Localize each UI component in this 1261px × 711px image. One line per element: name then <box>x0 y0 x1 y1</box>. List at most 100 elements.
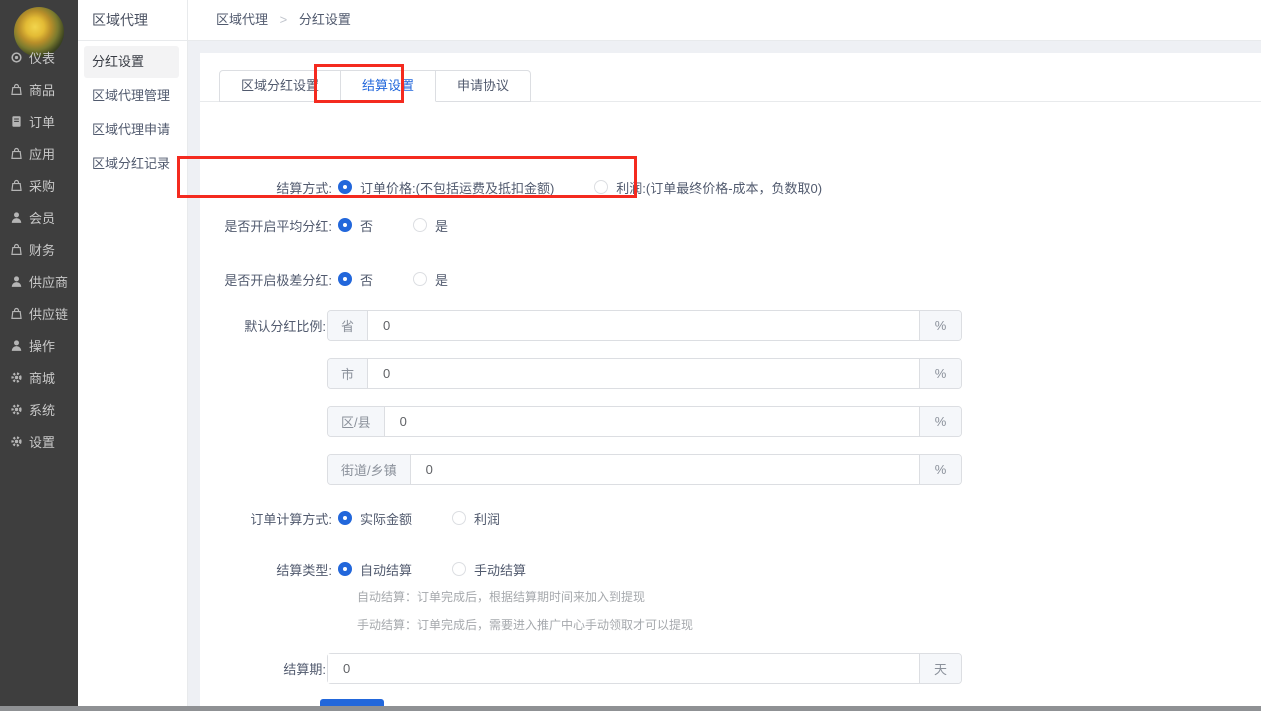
settlement-form: 结算方式: 订单价格:(不包括运费及抵扣金额) 利润:(订单最终价格-成本，负数… <box>200 101 1261 706</box>
radio-average-no[interactable] <box>338 218 352 232</box>
sidebar-item-dashboard[interactable]: 仪表 <box>0 41 78 73</box>
person-icon <box>10 211 23 224</box>
sidebar-item-label: 商品 <box>29 80 55 99</box>
submenu-item-agent-application[interactable]: 区域代理申请 <box>84 114 179 146</box>
radio-label: 否 <box>360 216 373 235</box>
tab-settlement-settings[interactable]: 结算设置 <box>341 70 436 102</box>
content-card: 区域分红设置 结算设置 申请协议 结算方式: 订单价格:(不包括运费及抵扣金额) <box>200 53 1261 706</box>
sidebar-item-mall[interactable]: 商城 <box>0 361 78 393</box>
input-append: % <box>919 359 961 388</box>
row-ratio-city: 市 % <box>200 358 962 389</box>
input-prepend: 市 <box>328 359 368 388</box>
radio-order-price[interactable] <box>338 180 352 194</box>
sidebar-item-settings[interactable]: 设置 <box>0 425 78 457</box>
radio-label: 自动结算 <box>360 560 412 579</box>
gauge-icon <box>10 51 23 64</box>
sidebar-item-label: 订单 <box>29 112 55 131</box>
bag-icon <box>10 243 23 256</box>
ratio-city-input[interactable] <box>368 359 919 388</box>
field-label: 结算方式: <box>200 178 332 197</box>
breadcrumb-item-current: 分红设置 <box>299 12 351 27</box>
admin-page: 仪表 商品 订单 应用 采购 会员 <box>0 0 1261 711</box>
field-label: 结算期: <box>200 659 326 678</box>
submenu-item-agent-management[interactable]: 区域代理管理 <box>84 80 179 112</box>
radio-label: 手动结算 <box>474 560 526 579</box>
content-background: 区域分红设置 结算设置 申请协议 结算方式: 订单价格:(不包括运费及抵扣金额) <box>188 41 1261 706</box>
breadcrumb: 区域代理 > 分红设置 <box>188 0 1261 40</box>
field-label: 默认分红比例: <box>200 316 326 335</box>
sidebar-item-label: 供应商 <box>29 272 68 291</box>
field-label: 是否开启平均分红: <box>200 216 332 235</box>
tab-region-dividend-settings[interactable]: 区域分红设置 <box>219 70 341 102</box>
radio-actual-amount[interactable] <box>338 511 352 525</box>
person-icon <box>10 275 23 288</box>
sidebar-item-system[interactable]: 系统 <box>0 393 78 425</box>
radio-calc-profit[interactable] <box>452 511 466 525</box>
radio-label: 利润 <box>474 509 500 528</box>
sidebar-item-label: 财务 <box>29 240 55 259</box>
settle-period-input[interactable] <box>328 654 919 683</box>
radio-auto-settle[interactable] <box>338 562 352 576</box>
breadcrumb-item-parent[interactable]: 区域代理 <box>216 12 268 27</box>
sidebar-item-label: 采购 <box>29 176 55 195</box>
submenu-item-dividend-settings[interactable]: 分红设置 <box>84 46 179 78</box>
ratio-district-input[interactable] <box>385 407 919 436</box>
input-prepend: 区/县 <box>328 407 385 436</box>
sidebar-item-label: 商城 <box>29 368 55 387</box>
radio-label: 利润:(订单最终价格-成本，负数取0) <box>616 178 822 197</box>
tab-application-agreement[interactable]: 申请协议 <box>436 70 531 102</box>
sidebar-item-supply-chain[interactable]: 供应链 <box>0 297 78 329</box>
gear-icon <box>10 435 23 448</box>
gear-icon <box>10 371 23 384</box>
sidebar-item-orders[interactable]: 订单 <box>0 105 78 137</box>
row-ratio-province: 默认分红比例: 省 % <box>200 310 962 341</box>
sidebar-item-members[interactable]: 会员 <box>0 201 78 233</box>
helper-manual-settle: 手动结算：订单完成后，需要进入推广中心手动领取才可以提现 <box>357 617 693 633</box>
sidebar-item-supplier[interactable]: 供应商 <box>0 265 78 297</box>
row-settlement-method: 结算方式: 订单价格:(不包括运费及抵扣金额) 利润:(订单最终价格-成本，负数… <box>200 173 822 201</box>
field-label: 结算类型: <box>200 560 332 579</box>
sidebar-item-label: 供应链 <box>29 304 68 323</box>
field-label: 订单计算方式: <box>200 509 332 528</box>
sidebar-item-label: 设置 <box>29 432 55 451</box>
sidebar-item-label: 系统 <box>29 400 55 419</box>
input-prepend: 省 <box>328 311 368 340</box>
submenu-title: 区域代理 <box>78 0 187 41</box>
radio-label: 实际金额 <box>360 509 412 528</box>
radio-manual-settle[interactable] <box>452 562 466 576</box>
radio-profit[interactable] <box>594 180 608 194</box>
sidebar-item-label: 会员 <box>29 208 55 227</box>
radio-label: 否 <box>360 270 373 289</box>
sidebar-item-purchase[interactable]: 采购 <box>0 169 78 201</box>
input-append: % <box>919 455 961 484</box>
breadcrumb-separator: > <box>280 12 288 27</box>
sidebar-item-apps[interactable]: 应用 <box>0 137 78 169</box>
person-icon <box>10 339 23 352</box>
radio-average-yes[interactable] <box>413 218 427 232</box>
tabs-bar: 区域分红设置 结算设置 申请协议 <box>219 70 531 102</box>
row-ratio-street: 街道/乡镇 % <box>200 454 962 485</box>
field-label: 是否开启极差分红: <box>200 270 332 289</box>
secondary-sidebar: 区域代理 分红设置 区域代理管理 区域代理申请 区域分红记录 <box>78 0 188 706</box>
input-prepend: 街道/乡镇 <box>328 455 411 484</box>
ratio-street-input[interactable] <box>411 455 919 484</box>
input-append: 天 <box>919 654 961 683</box>
bag-icon <box>10 307 23 320</box>
radio-label: 是 <box>435 270 448 289</box>
ratio-province-input[interactable] <box>368 311 919 340</box>
gear-icon <box>10 403 23 416</box>
sidebar-item-goods[interactable]: 商品 <box>0 73 78 105</box>
row-range-dividend: 是否开启极差分红: 否 是 <box>200 265 448 293</box>
sidebar-item-finance[interactable]: 财务 <box>0 233 78 265</box>
submenu-item-dividend-records[interactable]: 区域分红记录 <box>84 148 179 180</box>
sidebar-item-label: 应用 <box>29 144 55 163</box>
bag-icon <box>10 179 23 192</box>
sidebar-item-operations[interactable]: 操作 <box>0 329 78 361</box>
primary-sidebar: 仪表 商品 订单 应用 采购 会员 <box>0 0 78 706</box>
horizontal-scrollbar[interactable] <box>0 706 1261 711</box>
sidebar-item-label: 操作 <box>29 336 55 355</box>
sidebar-item-label: 仪表 <box>29 48 55 67</box>
radio-range-yes[interactable] <box>413 272 427 286</box>
radio-range-no[interactable] <box>338 272 352 286</box>
helper-auto-settle: 自动结算：订单完成后，根据结算期时间来加入到提现 <box>357 589 645 605</box>
